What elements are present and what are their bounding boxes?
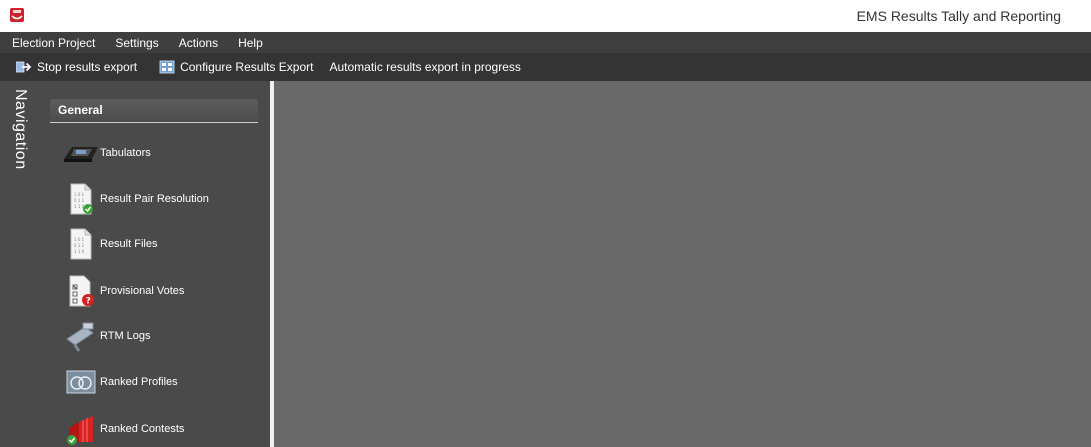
svg-text:1 1 0: 1 1 0 bbox=[74, 249, 85, 254]
menu-settings[interactable]: Settings bbox=[115, 36, 158, 50]
provisional-votes-icon: ? bbox=[62, 272, 100, 310]
menu-actions[interactable]: Actions bbox=[179, 36, 218, 50]
stop-results-export-button[interactable]: Stop results export bbox=[16, 60, 137, 74]
nav-item-label: Ranked Contests bbox=[100, 423, 185, 435]
svg-text:1 1 0: 1 1 0 bbox=[74, 204, 85, 209]
result-files-icon: 1 0 1 0 1 1 1 1 0 bbox=[62, 225, 100, 263]
svg-text:0 1 1: 0 1 1 bbox=[74, 243, 85, 248]
configure-results-export-label: Configure Results Export bbox=[180, 60, 314, 74]
result-pair-resolution-icon: 1 0 1 0 1 1 1 1 0 bbox=[62, 180, 100, 218]
nav-item-ranked-profiles[interactable]: Ranked Profiles bbox=[62, 362, 262, 402]
export-status-text: Automatic results export in progress bbox=[329, 60, 521, 74]
svg-text:?: ? bbox=[86, 296, 91, 306]
main-content-area bbox=[274, 81, 1091, 447]
tabulator-icon bbox=[62, 134, 100, 172]
nav-item-rtm-logs[interactable]: RTM Logs bbox=[62, 316, 262, 356]
navigation-rail-label: Navigation bbox=[12, 89, 29, 170]
svg-text:0 1 1: 0 1 1 bbox=[74, 198, 85, 203]
nav-item-label: Result Pair Resolution bbox=[100, 193, 209, 205]
nav-item-label: Result Files bbox=[100, 238, 158, 250]
rtm-logo-icon bbox=[10, 8, 24, 22]
svg-text:1 0 1: 1 0 1 bbox=[74, 237, 85, 242]
configure-results-export-button[interactable]: Configure Results Export bbox=[159, 60, 313, 74]
nav-item-ranked-contests[interactable]: Ranked Contests bbox=[62, 409, 262, 447]
nav-group-title: General bbox=[58, 103, 103, 117]
nav-item-label: RTM Logs bbox=[100, 330, 151, 342]
nav-item-label: Tabulators bbox=[100, 147, 151, 159]
navigation-rail[interactable]: Navigation bbox=[0, 81, 40, 447]
nav-group-general[interactable]: General bbox=[50, 99, 258, 123]
nav-item-tabulators[interactable]: Tabulators bbox=[62, 133, 262, 173]
nav-item-label: Ranked Profiles bbox=[100, 376, 178, 388]
stop-results-export-label: Stop results export bbox=[37, 60, 138, 74]
navigation-panel: General Tabulators 1 0 1 0 1 1 1 1 0 Res… bbox=[40, 81, 270, 447]
ranked-profiles-icon bbox=[62, 363, 100, 401]
title-bar: EMS Results Tally and Reporting bbox=[0, 0, 1091, 32]
menu-help[interactable]: Help bbox=[238, 36, 263, 50]
nav-item-label: Provisional Votes bbox=[100, 285, 185, 297]
menu-bar: Election Project Settings Actions Help bbox=[0, 32, 1091, 53]
window-title: EMS Results Tally and Reporting bbox=[856, 8, 1061, 24]
ranked-contests-icon bbox=[62, 410, 100, 447]
stop-export-icon bbox=[16, 61, 32, 73]
configure-export-icon bbox=[159, 60, 175, 74]
nav-item-result-pair-resolution[interactable]: 1 0 1 0 1 1 1 1 0 Result Pair Resolution bbox=[62, 179, 262, 219]
svg-text:1 0 1: 1 0 1 bbox=[74, 192, 85, 197]
menu-election-project[interactable]: Election Project bbox=[12, 36, 95, 50]
toolbar: Stop results export Configure Results Ex… bbox=[0, 53, 1091, 81]
nav-item-provisional-votes[interactable]: ? Provisional Votes bbox=[62, 271, 262, 311]
rtm-logs-icon bbox=[62, 317, 100, 355]
nav-item-result-files[interactable]: 1 0 1 0 1 1 1 1 0 Result Files bbox=[62, 224, 262, 264]
